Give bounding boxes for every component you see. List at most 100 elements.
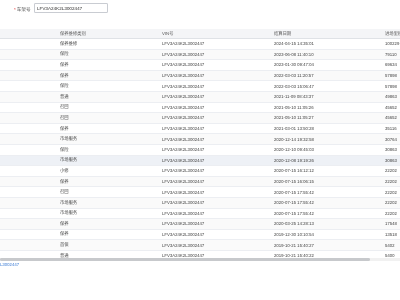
vin-filter-label-text: 车架号 — [16, 7, 31, 12]
row-date-cell: 2021-03-01 13:50:28 — [272, 123, 383, 135]
row-vin-cell: LFV3A24K2L3002447 — [160, 59, 272, 71]
table-row[interactable]: 保养 LFV3A24K2L3002447 2023-01-30 09:47:04 69… — [0, 59, 400, 71]
row-mileage-cell: 5400 — [383, 250, 400, 258]
row-type-cell: 市场服务 — [58, 208, 160, 220]
table-row[interactable]: 保养 LFV3A24K2L3002447 2021-03-01 13:50:28 35… — [0, 123, 400, 135]
table-row[interactable]: 保养维修 LFV3A24K2L3002447 2024-04-15 14:35:01… — [0, 38, 400, 50]
row-date-cell: 2019-10-21 15:40:27 — [272, 239, 383, 251]
row-date-cell: 2019-10-21 15:40:22 — [272, 250, 383, 258]
row-vin-cell: LFV3A24K2L3002447 — [160, 49, 272, 61]
row-mileage-cell: 30863 — [383, 155, 400, 167]
table-row[interactable]: 保养 LFV3A24K2L3002447 2020-07-15 16:06:15 22… — [0, 176, 400, 188]
table-row[interactable]: 召回 LFV3A24K2L3002447 2020-07-15 17:55:42 22… — [0, 186, 400, 198]
row-mileage-cell: 100229 — [383, 38, 400, 50]
row-date-cell: 2023-01-30 09:47:04 — [272, 59, 383, 71]
horizontal-scrollbar[interactable] — [0, 258, 400, 261]
row-vin-cell: LFV3A24K2L3002447 — [160, 91, 272, 103]
row-blank-cell — [0, 155, 58, 167]
row-blank-cell — [0, 123, 58, 135]
row-blank-cell — [0, 102, 58, 114]
row-date-cell: 2020-12-10 09:45:03 — [272, 144, 383, 156]
row-blank-cell — [0, 218, 58, 230]
row-mileage-cell: 30863 — [383, 144, 400, 156]
column-header-type[interactable]: 保养维修类别 — [58, 29, 160, 39]
row-type-cell: 首保 — [58, 239, 160, 251]
row-blank-cell — [0, 49, 58, 61]
row-mileage-cell: 79110 — [383, 49, 400, 61]
table-row[interactable]: 保养 LFV3A24K2L3002447 2019-12-30 10:10:54 13… — [0, 229, 400, 241]
table-row[interactable]: 市场服务 LFV3A24K2L3002447 2020-07-15 17:55:42… — [0, 208, 400, 220]
table-row[interactable]: 普通 LFV3A24K2L3002447 2019-10-21 15:40:22 54… — [0, 250, 400, 258]
row-vin-cell: LFV3A24K2L3002447 — [160, 38, 272, 50]
row-mileage-cell: 22202 — [383, 176, 400, 188]
row-vin-cell: LFV3A24K2L3002447 — [160, 80, 272, 92]
row-date-cell: 2023-06-08 11:40:10 — [272, 49, 383, 61]
table-row[interactable]: 召回 LFV3A24K2L3002447 2021-05-10 11:05:27 45… — [0, 112, 400, 124]
row-blank-cell — [0, 239, 58, 251]
row-date-cell: 2020-12-08 19:19:26 — [272, 155, 383, 167]
row-type-cell: 保养 — [58, 229, 160, 241]
table-row[interactable]: 保险 LFV3A24K2L3002447 2023-06-08 11:40:10 79… — [0, 49, 400, 61]
row-mileage-cell: 57898 — [383, 70, 400, 82]
records-table-container: 保养维修类别 VIN号 结算日期 进场里程 保养维修LFV3A24K2L3002… — [0, 29, 400, 258]
table-row[interactable]: 市场服务 LFV3A24K2L3002447 2020-07-15 17:55:42… — [0, 197, 400, 209]
records-table: 保养维修类别 VIN号 结算日期 进场里程 保养维修LFV3A24K2L3002… — [0, 29, 400, 258]
table-header-row: 保养维修类别 VIN号 结算日期 进场里程 — [0, 29, 400, 39]
row-type-cell: 保养维修 — [58, 38, 160, 50]
footer-vin-link[interactable]: L3002447 — [0, 262, 19, 267]
row-vin-cell: LFV3A24K2L3002447 — [160, 144, 272, 156]
row-type-cell: 市场服务 — [58, 155, 160, 167]
table-header: 保养维修类别 VIN号 结算日期 进场里程 — [0, 29, 400, 39]
row-type-cell: 保养 — [58, 176, 160, 188]
row-type-cell: 普通 — [58, 91, 160, 103]
row-mileage-cell: 35116 — [383, 123, 400, 135]
column-header-vin[interactable]: VIN号 — [160, 29, 272, 39]
table-row[interactable]: 市场服务 LFV3A24K2L3002447 2020-12-14 19:32:58… — [0, 133, 400, 145]
row-date-cell: 2020-07-15 17:55:42 — [272, 186, 383, 198]
row-type-cell: 保养 — [58, 70, 160, 82]
row-mileage-cell: 49863 — [383, 91, 400, 103]
row-blank-cell — [0, 197, 58, 209]
row-mileage-cell: 45652 — [383, 102, 400, 114]
row-vin-cell: LFV3A24K2L3002447 — [160, 239, 272, 251]
table-row[interactable]: 市场服务 LFV3A24K2L3002447 2020-12-08 19:19:26… — [0, 155, 400, 167]
row-type-cell: 保养 — [58, 123, 160, 135]
table-row[interactable]: 保养 LFV3A24K2L3002447 2020-03-25 14:28:13 17… — [0, 218, 400, 230]
column-header-mileage[interactable]: 进场里程 — [383, 29, 400, 39]
row-blank-cell — [0, 250, 58, 258]
row-vin-cell: LFV3A24K2L3002447 — [160, 70, 272, 82]
table-row[interactable]: 普通 LFV3A24K2L3002447 2021-11-09 08:43:37 49… — [0, 91, 400, 103]
column-header-blank[interactable] — [0, 29, 58, 39]
row-date-cell: 2020-07-15 17:55:42 — [272, 197, 383, 209]
row-type-cell: 市场服务 — [58, 197, 160, 209]
row-mileage-cell: 22202 — [383, 186, 400, 198]
table-row[interactable]: 保养 LFV3A24K2L3002447 2022-03-03 11:20:57 57… — [0, 70, 400, 82]
column-header-date[interactable]: 结算日期 — [272, 29, 383, 39]
row-vin-cell: LFV3A24K2L3002447 — [160, 155, 272, 167]
vin-search-input[interactable] — [34, 3, 108, 13]
table-row[interactable]: 召回 LFV3A24K2L3002447 2021-05-10 11:05:26 45… — [0, 102, 400, 114]
row-vin-cell: LFV3A24K2L3002447 — [160, 218, 272, 230]
table-row[interactable]: 小修 LFV3A24K2L3002447 2020-07-15 16:12:12 22… — [0, 165, 400, 177]
row-type-cell: 保养 — [58, 59, 160, 71]
filter-bar: *车架号 — [0, 0, 400, 22]
table-row[interactable]: 首保 LFV3A24K2L3002447 2019-10-21 15:40:27 54… — [0, 239, 400, 251]
vin-filter-label: *车架号 — [14, 7, 31, 13]
row-type-cell: 召回 — [58, 102, 160, 114]
row-mileage-cell: 22202 — [383, 208, 400, 220]
row-blank-cell — [0, 112, 58, 124]
row-blank-cell — [0, 144, 58, 156]
row-mileage-cell: 30764 — [383, 133, 400, 145]
row-blank-cell — [0, 186, 58, 198]
row-type-cell: 普通 — [58, 250, 160, 258]
row-type-cell: 小修 — [58, 165, 160, 177]
scrollbar-thumb[interactable] — [0, 258, 370, 261]
table-row[interactable]: 保险 LFV3A24K2L3002447 2020-12-10 09:45:03 30… — [0, 144, 400, 156]
row-mileage-cell: 57898 — [383, 80, 400, 92]
row-vin-cell: LFV3A24K2L3002447 — [160, 165, 272, 177]
row-mileage-cell: 45652 — [383, 112, 400, 124]
row-vin-cell: LFV3A24K2L3002447 — [160, 176, 272, 188]
row-blank-cell — [0, 165, 58, 177]
table-row[interactable]: 保险 LFV3A24K2L3002447 2022-03-03 15:06:47 57… — [0, 80, 400, 92]
row-blank-cell — [0, 229, 58, 241]
